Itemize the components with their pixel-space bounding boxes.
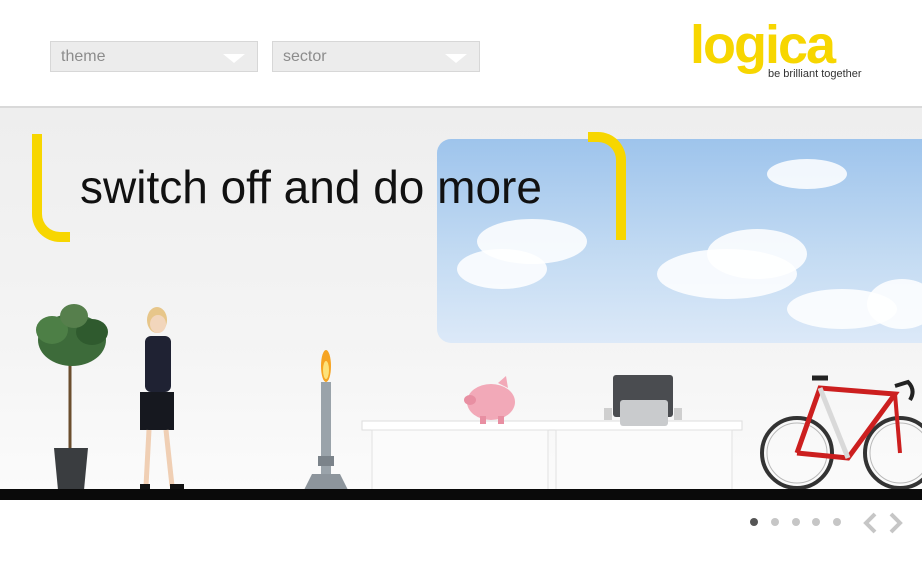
chevron-right-icon[interactable] [886,511,906,535]
businesswoman-image [140,307,184,489]
floor-bar [0,489,922,500]
sector-select[interactable]: sector [272,41,480,72]
chevron-left-icon[interactable] [860,511,880,535]
desk [361,420,743,490]
carousel-dot[interactable] [792,518,800,526]
carousel-dot[interactable] [750,518,758,526]
hero-banner[interactable]: switch off and do more [0,108,922,490]
bicycle-icon [760,375,922,490]
sector-select-value: sector [283,48,327,65]
theme-select-value: theme [61,48,106,65]
bunsen-burner-icon [304,350,348,490]
carousel-dot[interactable] [771,518,779,526]
chevron-down-icon [223,54,245,63]
top-bar: theme sector logica be brilliant togethe… [0,0,922,108]
chevron-down-icon [445,54,467,63]
piggy-bank-icon [464,376,515,424]
logica-logo[interactable]: logica be brilliant together [690,18,870,98]
scene-illustration [36,304,922,490]
laptop-icon [604,375,682,426]
carousel-dot[interactable] [812,518,820,526]
logo-tagline: be brilliant together [768,68,862,80]
carousel-dot[interactable] [833,518,841,526]
theme-select[interactable]: theme [50,41,258,72]
logo-wordmark: logica [690,15,836,75]
plant-icon [36,304,108,490]
